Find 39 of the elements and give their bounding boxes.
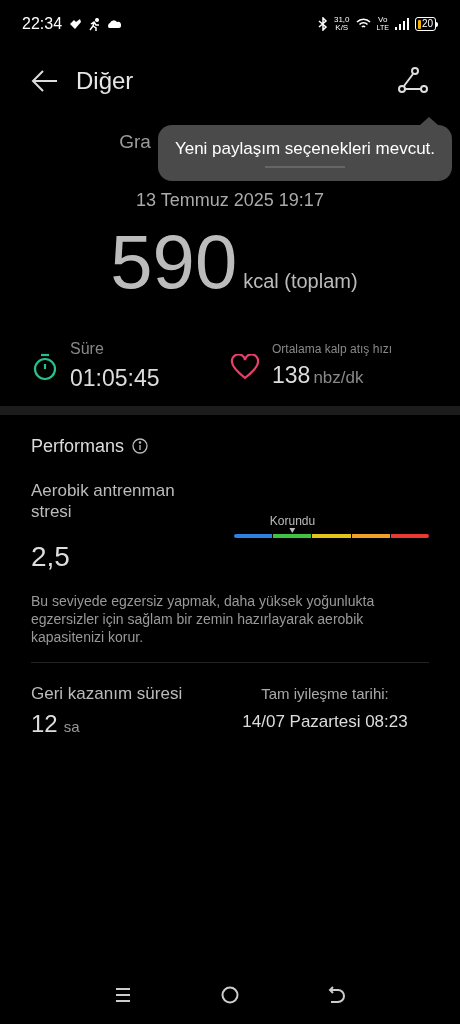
scale-label: Korundu [269,513,316,528]
running-icon [88,17,102,31]
workout-type: Gra [119,130,151,154]
speed-unit: K/S [335,24,349,32]
recovery-value: 12 [31,709,58,739]
recovery-unit: sa [63,717,80,737]
network-speed: 31,0 [333,16,350,24]
stat-label: Ortalama kalp atış hızı [272,341,393,359]
info-icon[interactable] [132,438,149,454]
metric-description: Bu seviyede egzersiz yapmak, daha yüksek yoğunlukta egzersizler için sağlam bir zemin hazırlayarak aerobik kapasitenizi korur. [31,591,376,646]
cloud-icon [107,19,122,29]
share-tooltip: Yeni paylaşım seçenekleri mevcut. [158,125,452,181]
calorie-unit: kcal (toplam) [243,268,358,294]
full-recovery-label: Tam iyileşme tarihi: [261,683,389,704]
volte-label: Vo [378,16,388,24]
back-nav-button[interactable] [328,986,346,1004]
full-recovery-date: 14/07 Pazartesi 08:23 [242,711,408,733]
share-button[interactable] [398,67,428,95]
heart-icon [230,353,260,380]
battery-indicator: 20 [414,17,438,31]
status-time: 22:34 [22,14,63,34]
back-button[interactable] [30,69,58,93]
metric-value: 2,5 [31,539,71,574]
stat-value: 138 [272,361,311,391]
menu-button[interactable] [114,987,132,1003]
stat-unit: nbz/dk [313,367,364,390]
workout-date: 13 Temmuz 2025 19:17 [136,188,324,212]
stat-value: 01:05:45 [70,364,160,394]
stat-label: Süre [70,339,105,360]
stopwatch-icon [32,352,58,381]
calorie-value: 590 [110,221,238,302]
wifi-icon [355,18,371,30]
metric-label: Aerobik antrenman stresi [31,479,176,522]
page-title: Diğer [76,66,134,96]
bluetooth-icon [317,17,328,31]
recovery-label: Geri kazanım süresi [31,682,184,705]
section-title: Performans [31,434,125,458]
home-button[interactable] [220,985,240,1005]
signal-icon [394,18,409,30]
